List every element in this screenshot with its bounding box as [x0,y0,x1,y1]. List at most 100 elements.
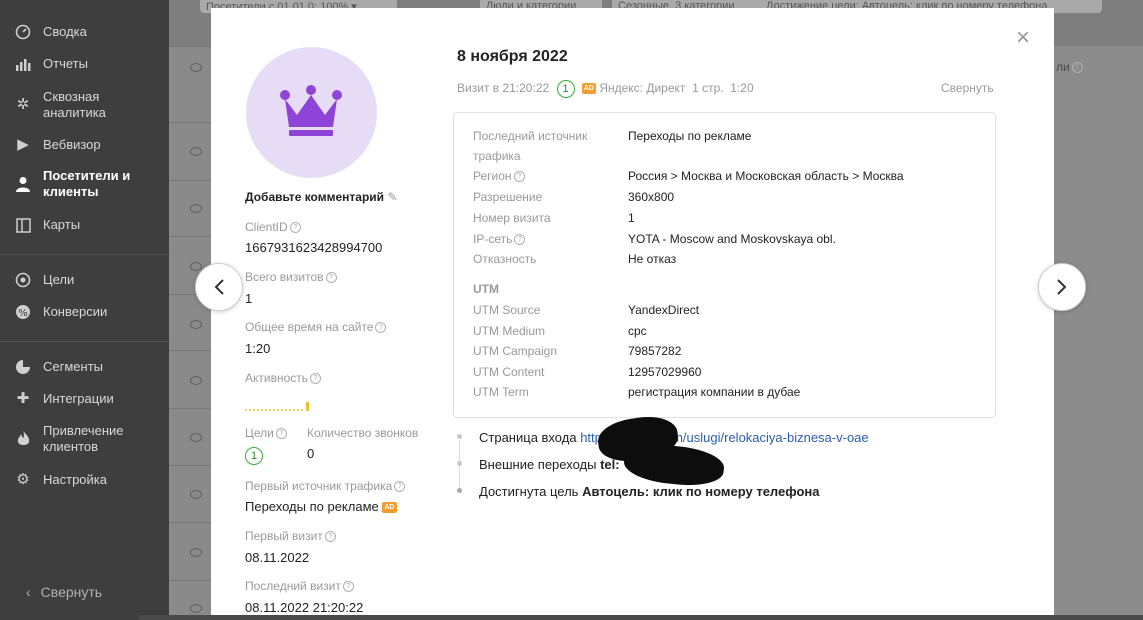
visit-summary: Визит в 21:20:22 1 AD Яндекс: Директ 1 с… [457,80,754,98]
first-visit-value: 08.11.2022 [245,550,310,565]
sidebar-item-goals[interactable]: Цели [0,271,169,289]
detail-value: 1 [628,211,635,225]
help-icon: ? [375,322,387,334]
target-icon [14,271,32,289]
detail-key: Регион? [473,166,525,186]
svg-text:%: % [18,308,28,319]
last-visit-value: 08.11.2022 21:20:22 [245,600,364,615]
sidebar-item-label: Вебвизор [43,137,101,152]
help-icon: ? [289,222,301,234]
sidebar-item-integrations[interactable]: ✚ Интеграции [0,390,169,408]
utm-key: UTM Medium [473,324,546,338]
first-source-value: Переходы по рекламе AD [245,499,397,514]
comment-icon[interactable] [190,604,202,613]
sidebar-item-label: Настройка [43,472,107,487]
calls-value: 0 [307,446,315,461]
detail-key: Номер визита [473,211,551,225]
comment-icon[interactable] [190,548,202,557]
total-time-value: 1:20 [245,341,271,356]
detail-value: 360x800 [628,190,675,204]
external-links-label: Внешние переходы [479,457,597,472]
next-visitor-button[interactable] [1038,263,1086,311]
sidebar-item-label: Интеграции [43,391,114,406]
sidebar-item-label: Карты [43,217,81,232]
entry-page-url-end: com/uslugi/relokaciya-biznesa-v-oae [658,430,869,445]
utm-key: UTM Source [473,303,541,317]
activity-sparkline [245,402,309,411]
add-comment-link[interactable]: Добавьте комментарий ✎ [245,190,397,204]
sidebar-item-label: Цели [43,272,75,287]
collapse-visit-link[interactable]: Свернуть [941,81,994,95]
sidebar-item-label: Привлечение клиентов [43,423,124,454]
help-icon: ? [342,581,354,593]
visit-count-badge: 1 [556,80,575,98]
timeline-dot [457,434,462,439]
last-visit-label: Последний визит? [245,579,354,593]
column-header: ли? [1056,60,1083,74]
help-icon: ? [324,531,336,543]
close-icon[interactable]: × [1016,26,1030,50]
sidebar-item-conversions[interactable]: % Конверсии [0,303,169,321]
sidebar-item-customer-acquisition[interactable]: Привлечение клиентов [0,422,169,456]
comment-icon[interactable] [190,433,202,442]
detail-value: Россия > Москва и Московская область > М… [628,169,904,183]
sidebar-item-label: Сквозная аналитика [43,89,106,120]
end-to-end-analytics-icon: ✲ [16,96,30,113]
comment-icon[interactable] [190,320,202,329]
detail-key: IP-сеть? [473,229,526,249]
utm-key: UTM Campaign [473,344,558,358]
sidebar-item-maps[interactable]: Карты [0,216,169,234]
detail-value: YOTA - Moscow and Moskovskaya obl. [628,232,836,246]
entry-page-label: Страница входа [479,430,577,445]
total-visits-value: 1 [245,291,253,306]
comment-icon[interactable] [190,262,202,271]
ad-badge-icon: AD [382,502,397,514]
avatar [246,47,377,178]
sidebar-item-webvisor[interactable]: ▶ Вебвизор [0,136,169,154]
pie-icon [14,358,32,376]
chevron-left-icon [214,279,224,295]
comment-icon[interactable] [190,63,202,72]
ad-badge-icon: AD [581,83,596,95]
comment-icon[interactable] [190,204,202,213]
previous-visitor-button[interactable] [195,263,243,311]
detail-key: Отказность [473,252,537,266]
timeline-dot [457,461,462,466]
play-icon: ▶ [17,136,29,153]
detail-key: Последний источник трафика [473,129,588,163]
goal-reached-label: Достигнута цель [479,484,579,499]
comment-icon[interactable] [190,376,202,385]
horizontal-scrollbar[interactable] [139,615,1143,620]
goal-reached-row: Достигнута цель Автоцель: клик по номеру… [479,484,819,499]
sidebar-item-settings[interactable]: ⚙ Настройка [0,471,169,489]
detail-value: Переходы по рекламе [628,129,752,143]
sidebar-item-end-to-end-analytics[interactable]: ✲ Сквозная аналитика [0,88,169,122]
visit-date-title: 8 ноября 2022 [457,48,568,65]
collapse-label: Свернуть [40,584,103,600]
sidebar-item-visitors[interactable]: Посетители и клиенты [0,167,169,201]
goal-reached-value: Автоцель: клик по номеру телефона [582,484,820,499]
external-links-row: Внешние переходы tel: [479,457,620,472]
gear-icon: ⚙ [16,471,30,488]
help-icon: ? [310,373,322,385]
chevron-left-icon: ‹ [26,584,31,600]
flame-icon [14,430,32,448]
pencil-icon: ✎ [387,190,398,204]
utm-value: 12957029960 [628,365,702,379]
sidebar-item-reports[interactable]: Отчеты [0,55,169,73]
detail-value: Не отказ [628,252,677,266]
utm-key: UTM Content [473,365,545,379]
sidebar-collapse-button[interactable]: ‹ Свернуть [26,584,102,600]
calls-label: Количество звонков [307,426,419,440]
bar-chart-icon [14,55,32,73]
sidebar-item-segments[interactable]: Сегменты [0,358,169,376]
map-icon [14,216,32,234]
comment-icon[interactable] [190,490,202,499]
sidebar-item-summary[interactable]: Сводка [0,23,169,41]
divider [0,254,169,255]
comment-icon[interactable] [190,147,202,156]
divider [0,341,169,342]
utm-key: UTM Term [473,385,529,399]
utm-heading: UTM [473,282,499,296]
utm-value: cpc [628,324,647,338]
